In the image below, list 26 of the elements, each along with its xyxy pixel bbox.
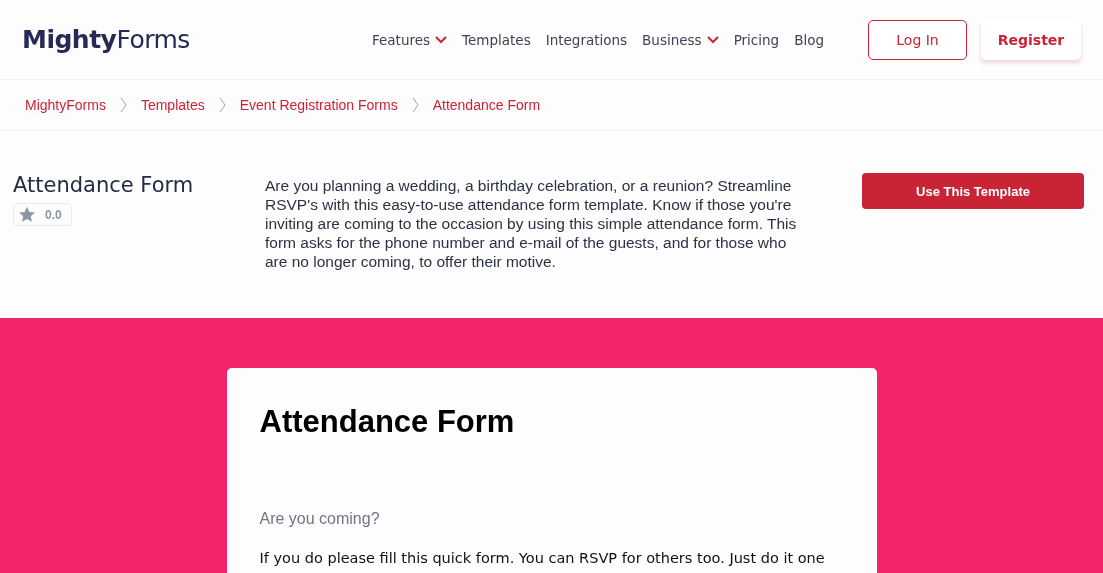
chevron-down-icon	[706, 35, 719, 44]
nav-link[interactable]: Pricing	[733, 31, 780, 48]
breadcrumb-link[interactable]: Templates	[140, 97, 205, 113]
chevron-right-icon	[411, 97, 419, 113]
chevron-down-icon	[435, 35, 448, 44]
template-title: Attendance Form	[13, 173, 194, 197]
form-text: If you do please fill this quick form. You can RSVP for others too. Just do it one	[259, 550, 826, 566]
breadcrumb-link[interactable]: MightyForms	[25, 97, 106, 113]
nav-link[interactable]: Templates	[462, 31, 531, 48]
chevron-right-icon	[218, 97, 226, 113]
form-question: Are you coming?	[259, 510, 381, 528]
login-button[interactable]: Log In	[868, 19, 967, 60]
logo[interactable]: MightyForms	[22, 25, 190, 54]
nav-link[interactable]: Features	[372, 31, 448, 48]
nav-link[interactable]: Business	[642, 31, 719, 48]
nav-link[interactable]: Integrations	[545, 31, 628, 48]
use-template-button[interactable]: Use This Template	[862, 173, 1084, 209]
template-description: Are you planning a wedding, a birthday celebration, or a reunion? Streamline RSVP's with this easy-to-use attendance form template. Know if those you're inviting are coming to the occasion by using this simple attendance form. This form asks for the phone number and e-mail of the guests, and for those who are no longer coming, to offer their motive.	[265, 176, 798, 272]
rating-value: 0.0	[45, 207, 62, 222]
form-title: Attendance Form	[259, 404, 516, 440]
star-icon	[18, 206, 36, 223]
breadcrumb-link[interactable]: Event Registration Forms	[239, 97, 398, 113]
chevron-right-icon	[119, 97, 127, 113]
nav-link[interactable]: Blog	[794, 31, 824, 48]
register-button[interactable]: Register	[981, 19, 1081, 60]
breadcrumb-link[interactable]: Attendance Form	[432, 97, 541, 113]
